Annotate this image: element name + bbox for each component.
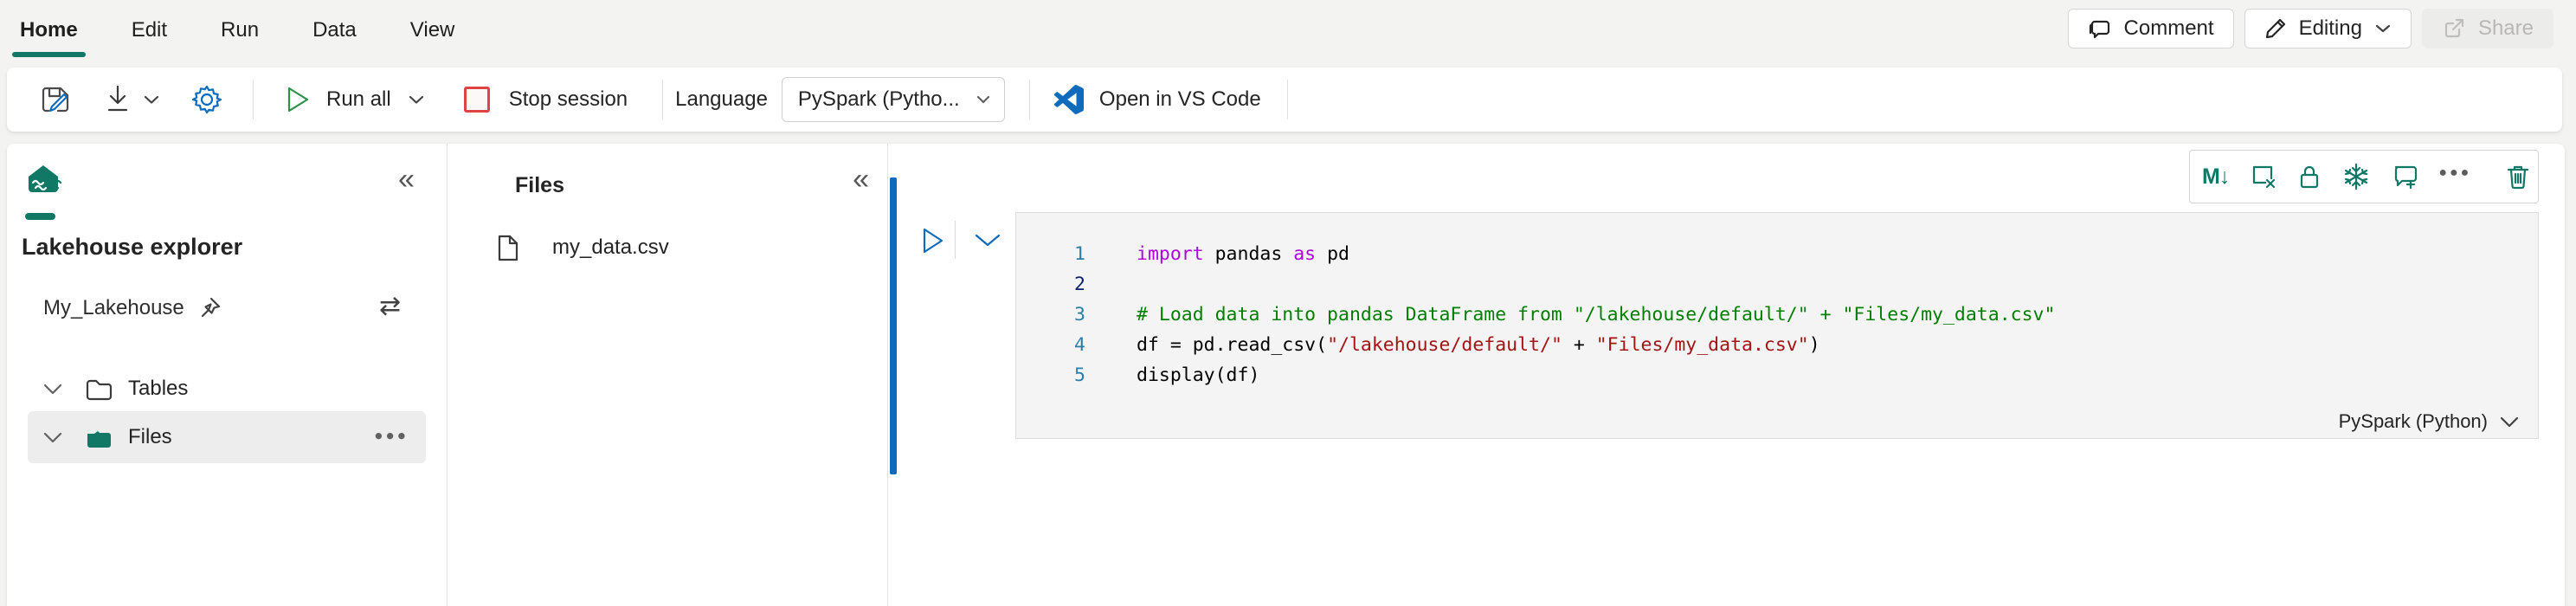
code-editor[interactable]: 1 import pandas as pd 2 3 # Load data in…: [1016, 239, 2538, 390]
tree-item-files-label: Files: [128, 425, 172, 448]
comment-button[interactable]: Comment: [2067, 9, 2234, 48]
more-options-icon[interactable]: ●●●: [374, 427, 409, 444]
menu-tab-home-label: Home: [20, 18, 78, 42]
menu-tab-run[interactable]: Run: [213, 0, 267, 61]
stop-session-button[interactable]: Stop session: [463, 87, 628, 113]
open-vscode-label: Open in VS Code: [1098, 87, 1261, 111]
topbar-actions: Comment Editing Share: [2067, 9, 2553, 48]
ribbon-divider: [1028, 80, 1030, 119]
active-tab-indicator: [25, 213, 55, 220]
files-pane-title: Files: [515, 173, 564, 197]
menu-tabs: Home Edit Run Data View: [12, 0, 500, 61]
pin-icon[interactable]: [198, 297, 221, 319]
lakehouse-name: My_Lakehouse: [43, 296, 184, 319]
lakehouse-icon[interactable]: [24, 163, 62, 201]
files-pane: Files « my_data.csv: [448, 144, 888, 606]
share-icon: [2442, 16, 2466, 41]
chevron-down-icon[interactable]: [43, 432, 62, 443]
more-cell-options-icon[interactable]: ●●●: [2438, 159, 2469, 187]
tree-item-tables[interactable]: Tables: [28, 364, 426, 414]
chevron-down-icon: [2500, 416, 2519, 428]
tree-item-files[interactable]: Files ●●●: [28, 411, 426, 463]
chevron-down-icon[interactable]: [43, 384, 62, 395]
tree-item-tables-label: Tables: [128, 377, 189, 400]
cell-toolbar: M↓ ●●●: [2189, 150, 2539, 203]
comment-icon: [2088, 16, 2112, 41]
run-all-chevron-icon: [409, 95, 424, 105]
chevron-down-icon: [2374, 23, 2392, 34]
editing-mode-label: Editing: [2298, 16, 2362, 40]
run-options-chevron-icon[interactable]: [974, 233, 1001, 248]
file-item[interactable]: my_data.csv: [448, 225, 888, 270]
top-menu-bar: Home Edit Run Data View Comment Editing …: [0, 0, 2576, 66]
code-cell[interactable]: 1 import pandas as pd 2 3 # Load data in…: [1015, 212, 2539, 439]
run-all-button[interactable]: Run all: [285, 85, 424, 114]
chevron-down-icon: [976, 95, 990, 104]
open-vscode-button[interactable]: Open in VS Code: [1053, 85, 1261, 114]
freeze-cell-icon[interactable]: [2342, 163, 2370, 190]
settings-gear-icon[interactable]: [190, 83, 223, 116]
menu-tab-data[interactable]: Data: [305, 0, 364, 61]
add-cell-comment-icon[interactable]: [2392, 163, 2419, 190]
notebook-canvas: M↓ ●●● 1 import pandas as pd 2 3 # Load …: [888, 144, 2565, 606]
save-button[interactable]: [38, 82, 73, 117]
code-line: 2: [1016, 269, 2538, 300]
ribbon-divider: [662, 80, 664, 119]
line-number: 3: [1074, 304, 1085, 326]
menu-tab-edit-label: Edit: [131, 18, 168, 42]
menu-tab-run-label: Run: [221, 18, 260, 42]
pencil-icon: [2264, 17, 2287, 40]
notebook-ribbon: Run all Stop session Language PySpark (P…: [7, 68, 2562, 132]
stop-icon: [463, 87, 490, 113]
menu-tab-data-label: Data: [312, 18, 357, 42]
menu-tab-home[interactable]: Home: [12, 0, 86, 61]
share-button: Share: [2421, 9, 2553, 48]
ribbon-divider: [1286, 80, 1288, 119]
vscode-icon: [1053, 85, 1084, 114]
run-all-label: Run all: [326, 87, 391, 111]
editing-mode-button[interactable]: Editing: [2244, 9, 2412, 48]
collapse-files-pane-icon[interactable]: «: [853, 164, 869, 194]
lock-cell-icon[interactable]: [2298, 163, 2321, 190]
line-number: 5: [1074, 364, 1085, 386]
line-number: 4: [1074, 334, 1085, 356]
menu-tab-view-label: View: [409, 18, 455, 42]
file-document-icon: [496, 234, 519, 262]
language-label: Language: [675, 87, 768, 111]
run-controls-divider: [955, 221, 956, 259]
download-button[interactable]: [104, 84, 132, 115]
explorer-title: Lakehouse explorer: [22, 234, 243, 260]
selected-cell-indicator: [890, 177, 897, 474]
line-number-active: 2: [1074, 274, 1085, 295]
comment-button-label: Comment: [2123, 16, 2214, 40]
switch-lakehouse-icon[interactable]: ⇄: [379, 291, 401, 321]
code-line: 5 display(df): [1016, 360, 2538, 390]
code-line: 3 # Load data into pandas DataFrame from…: [1016, 300, 2538, 330]
lakehouse-name-row[interactable]: My_Lakehouse: [43, 296, 221, 320]
stop-session-label: Stop session: [508, 87, 628, 111]
language-select[interactable]: PySpark (Pytho...: [781, 77, 1005, 122]
cell-language-picker[interactable]: PySpark (Python): [2339, 410, 2519, 433]
menu-tab-edit[interactable]: Edit: [124, 0, 175, 61]
folder-filled-icon: [85, 426, 113, 449]
share-button-label: Share: [2477, 16, 2534, 40]
folder-icon: [85, 377, 113, 401]
collapse-explorer-icon[interactable]: «: [398, 164, 415, 194]
file-item-name: my_data.csv: [552, 235, 669, 259]
run-cell-button[interactable]: [921, 226, 945, 255]
lakehouse-explorer-pane: « Lakehouse explorer My_Lakehouse ⇄ Tabl…: [7, 144, 447, 606]
code-line: 1 import pandas as pd: [1016, 239, 2538, 269]
notebook-workspace: « Lakehouse explorer My_Lakehouse ⇄ Tabl…: [7, 144, 2565, 606]
cell-language-value: PySpark (Python): [2338, 410, 2488, 432]
language-select-value: PySpark (Pytho...: [797, 87, 960, 111]
download-chevron-icon[interactable]: [144, 95, 159, 105]
menu-tab-view[interactable]: View: [402, 0, 463, 61]
delete-cell-icon[interactable]: [2506, 163, 2530, 190]
ribbon-divider: [253, 80, 254, 119]
clear-output-icon[interactable]: [2251, 163, 2277, 190]
convert-to-markdown-icon[interactable]: M↓: [2202, 163, 2230, 190]
code-line: 4 df = pd.read_csv("/lakehouse/default/"…: [1016, 330, 2538, 360]
line-number: 1: [1074, 243, 1085, 265]
